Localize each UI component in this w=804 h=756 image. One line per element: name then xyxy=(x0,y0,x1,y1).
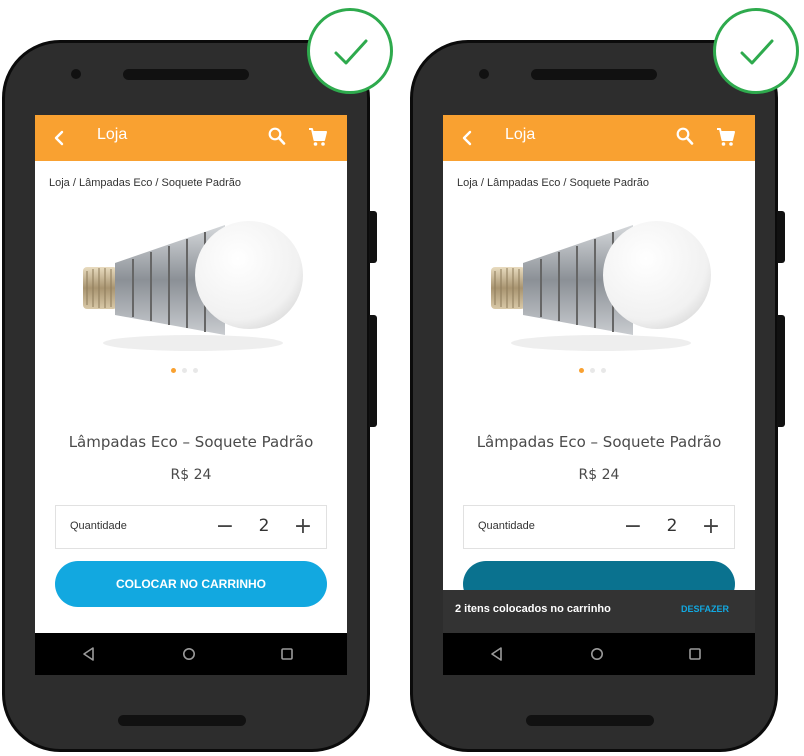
carousel-dots[interactable] xyxy=(171,368,211,374)
check-icon xyxy=(334,39,368,65)
product-name: Lâmpadas Eco – Soquete Padrão xyxy=(476,433,722,451)
carousel-dot[interactable] xyxy=(590,368,595,373)
power-button xyxy=(369,315,377,427)
app-bar: Loja xyxy=(443,115,755,161)
square-recents-icon[interactable] xyxy=(279,645,295,663)
volume-button xyxy=(777,211,785,263)
quantity-label: Quantidade xyxy=(478,520,535,532)
circle-home-icon[interactable] xyxy=(181,645,197,663)
quantity-value: 2 xyxy=(258,516,270,536)
app-title: Loja xyxy=(505,126,536,143)
decrease-button[interactable]: − xyxy=(622,514,644,540)
phone-mockup-left: Loja Loja / Lâmpadas Eco / Soquete Padrã… xyxy=(2,40,377,752)
chevron-left-icon[interactable] xyxy=(49,126,69,150)
bottom-speaker xyxy=(118,715,246,726)
earpiece-speaker xyxy=(531,69,657,80)
triangle-back-icon[interactable] xyxy=(81,645,97,663)
breadcrumb[interactable]: Loja / Lâmpadas Eco / Soquete Padrão xyxy=(49,177,241,189)
product-price: R$ 24 xyxy=(170,467,212,483)
triangle-back-icon[interactable] xyxy=(489,645,505,663)
circle-home-icon[interactable] xyxy=(589,645,605,663)
chevron-left-icon[interactable] xyxy=(457,126,477,150)
check-icon xyxy=(740,39,774,65)
system-nav-bar xyxy=(35,633,347,675)
front-camera xyxy=(479,69,489,79)
earpiece-speaker xyxy=(123,69,249,80)
add-to-cart-button[interactable]: COLOCAR NO CARRINHO xyxy=(55,561,327,607)
quantity-label: Quantidade xyxy=(70,520,127,532)
cart-icon[interactable] xyxy=(715,126,737,148)
quantity-stepper: Quantidade − 2 + xyxy=(463,505,735,549)
undo-button[interactable]: DESFAZER xyxy=(681,604,729,614)
bottom-speaker xyxy=(526,715,654,726)
increase-button[interactable]: + xyxy=(292,514,314,540)
screen: Loja Loja / Lâmpadas Eco / Soquete Padrã… xyxy=(443,115,755,675)
quantity-value: 2 xyxy=(666,516,678,536)
carousel-dot-active[interactable] xyxy=(579,368,584,373)
app-bar: Loja xyxy=(35,115,347,161)
snackbar: 2 itens colocados no carrinho DESFAZER xyxy=(443,590,755,633)
phone-mockup-right: Loja Loja / Lâmpadas Eco / Soquete Padrã… xyxy=(410,40,785,752)
carousel-dot-active[interactable] xyxy=(171,368,176,373)
carousel-dot[interactable] xyxy=(182,368,187,373)
power-button xyxy=(777,315,785,427)
system-nav-bar xyxy=(443,633,755,675)
carousel-dot[interactable] xyxy=(601,368,606,373)
check-badge-left xyxy=(307,8,393,94)
search-icon[interactable] xyxy=(267,126,287,148)
square-recents-icon[interactable] xyxy=(687,645,703,663)
front-camera xyxy=(71,69,81,79)
search-icon[interactable] xyxy=(675,126,695,148)
breadcrumb[interactable]: Loja / Lâmpadas Eco / Soquete Padrão xyxy=(457,177,649,189)
carousel-dots[interactable] xyxy=(579,368,619,374)
product-image xyxy=(83,221,303,351)
volume-button xyxy=(369,211,377,263)
product-name: Lâmpadas Eco – Soquete Padrão xyxy=(68,433,314,451)
carousel-dot[interactable] xyxy=(193,368,198,373)
product-price: R$ 24 xyxy=(578,467,620,483)
snackbar-message: 2 itens colocados no carrinho xyxy=(455,603,611,615)
app-title: Loja xyxy=(97,126,128,143)
decrease-button[interactable]: − xyxy=(214,514,236,540)
product-image xyxy=(491,221,711,351)
quantity-stepper: Quantidade − 2 + xyxy=(55,505,327,549)
increase-button[interactable]: + xyxy=(700,514,722,540)
cart-icon[interactable] xyxy=(307,126,329,148)
screen: Loja Loja / Lâmpadas Eco / Soquete Padrã… xyxy=(35,115,347,675)
check-badge-right xyxy=(713,8,799,94)
